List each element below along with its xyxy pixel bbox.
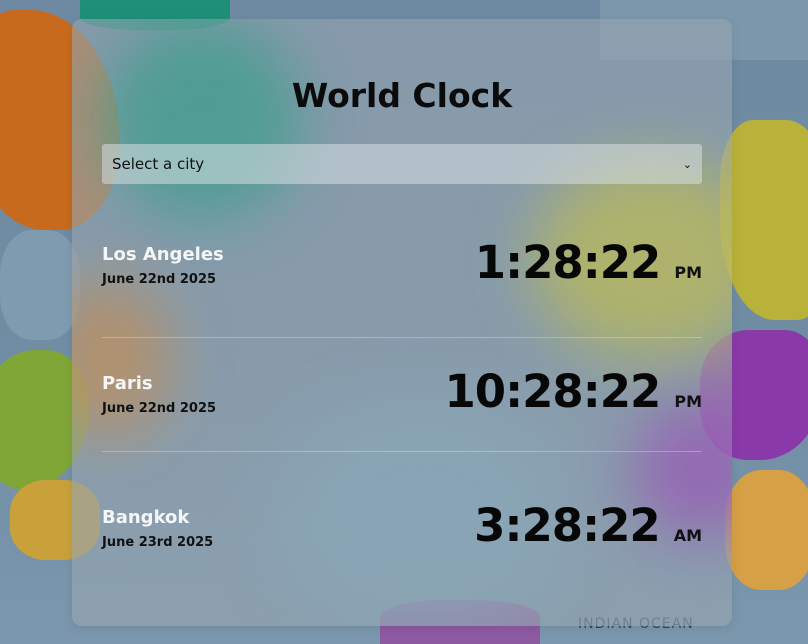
clock-row-paris: Paris June 22nd 2025 10:28:22 PM bbox=[102, 318, 702, 452]
city-name: Los Angeles bbox=[102, 244, 224, 265]
city-ampm: PM bbox=[674, 263, 702, 282]
city-ampm: AM bbox=[673, 526, 702, 545]
city-date: June 22nd 2025 bbox=[102, 272, 217, 287]
city-name: Bangkok bbox=[102, 507, 190, 528]
city-time: 3:28:22 bbox=[474, 499, 661, 552]
city-date: June 22nd 2025 bbox=[102, 401, 217, 416]
world-clock-panel: World Clock Select a city ⌄ Los Angeles … bbox=[72, 19, 732, 626]
city-select[interactable]: Select a city ⌄ bbox=[102, 144, 702, 184]
city-time: 10:28:22 bbox=[444, 365, 661, 418]
page-title: World Clock bbox=[291, 76, 513, 115]
city-time: 1:28:22 bbox=[474, 236, 662, 289]
city-name: Paris bbox=[102, 373, 153, 394]
clock-row-bangkok: Bangkok June 23rd 2025 3:28:22 AM bbox=[102, 452, 702, 586]
chevron-down-icon: ⌄ bbox=[682, 157, 692, 171]
city-select-value: Select a city bbox=[112, 155, 205, 173]
city-date: June 23rd 2025 bbox=[102, 535, 214, 550]
city-ampm: PM bbox=[674, 392, 702, 411]
